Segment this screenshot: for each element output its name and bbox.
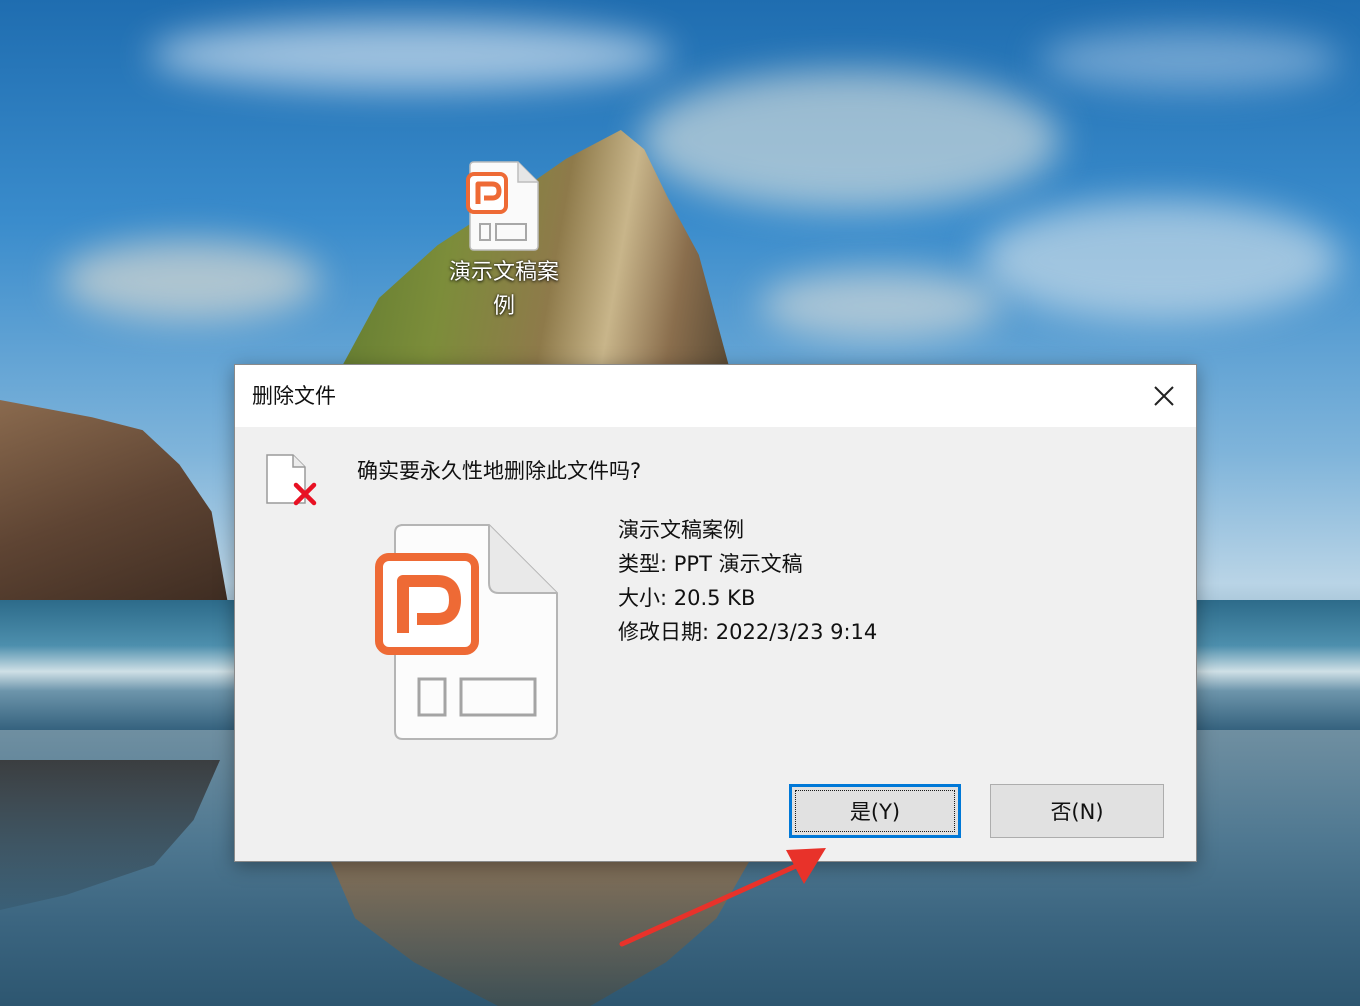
- no-button[interactable]: 否(N): [990, 784, 1164, 838]
- ppt-file-icon: [466, 161, 539, 251]
- dialog-titlebar[interactable]: 删除文件: [235, 365, 1196, 427]
- no-button-label: 否(N): [1050, 800, 1104, 824]
- delete-file-warning-icon: [266, 454, 317, 506]
- file-type: 类型: PPT 演示文稿: [618, 552, 803, 576]
- yes-button-label: 是(Y): [849, 800, 901, 824]
- file-name: 演示文稿案例: [618, 518, 744, 542]
- file-modified: 修改日期: 2022/3/23 9:14: [618, 620, 878, 644]
- close-button[interactable]: [1132, 365, 1196, 427]
- file-size: 大小: 20.5 KB: [618, 586, 756, 610]
- confirm-question: 确实要永久性地删除此文件吗?: [357, 459, 642, 483]
- desktop-icon-label: 演示文稿案例: [448, 260, 559, 319]
- close-icon: [1154, 386, 1174, 406]
- file-info: 演示文稿案例 类型: PPT 演示文稿 大小: 20.5 KB 修改日期: 20…: [618, 513, 877, 649]
- delete-file-dialog: 删除文件 确实要永久性地删除此文件吗? 演示文稿案例 类型: PPT 演示文稿 …: [234, 364, 1197, 862]
- ppt-file-preview-icon: [375, 524, 558, 740]
- dialog-title: 删除文件: [252, 384, 336, 408]
- wallpaper-cliff: [0, 400, 230, 615]
- yes-button[interactable]: 是(Y): [789, 784, 961, 838]
- desktop-file-icon[interactable]: 演示文稿案例: [436, 160, 572, 324]
